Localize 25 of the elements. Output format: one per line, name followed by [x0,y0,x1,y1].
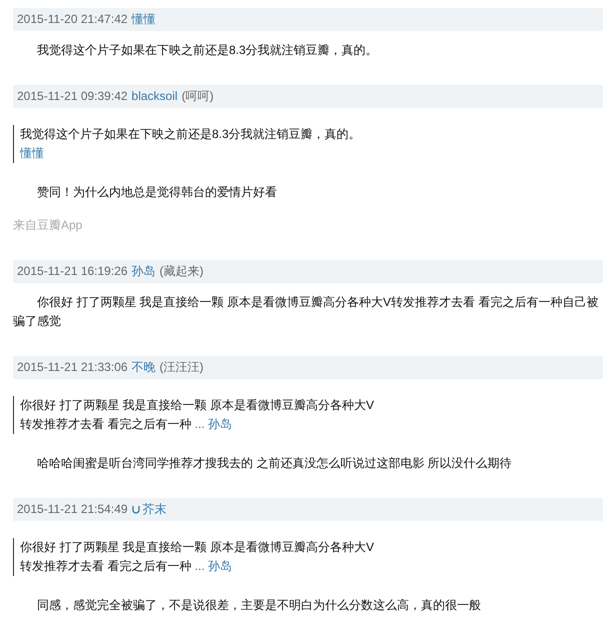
comment-time: 2015-11-21 16:19:26 [17,263,128,280]
comment-note: (汪汪汪) [160,359,204,376]
comment-time: 2015-11-21 21:33:06 [17,359,128,376]
quoted-comment: 我觉得这个片子如果在下映之前还是8.3分我就注销豆瓣，真的。 懂懂 [13,125,385,163]
comment-time: 2015-11-21 09:39:42 [17,88,128,105]
comment-text: 赞同！为什么内地总是觉得韩台的爱情片好看 [36,184,278,201]
quoted-comment: 你很好 打了两颗星 我是直接给一颗 原本是看微博豆瓣高分各种大V转发推荐才去看 看完之后有一种 ... 孙岛 [13,538,385,576]
comment-text: 哈哈哈闺蜜是听台湾同学推荐才搜我去的 之前还真没怎么听说过这部电影 所以没什么期待 [36,455,513,472]
author-link[interactable]: 孙岛 [132,260,156,283]
quote-author-link[interactable]: 懂懂 [20,146,44,160]
quoted-comment: 你很好 打了两颗星 我是直接给一颗 原本是看微博豆瓣高分各种大V转发推荐才去看 看完之后有一种 ... 孙岛 [13,396,385,434]
author-link[interactable]: 懂懂 [132,8,156,31]
author-link[interactable]: 芥末 [132,498,167,521]
quote-author-link[interactable]: ... 孙岛 [194,559,232,573]
quote-author-link[interactable]: ... 孙岛 [194,417,232,431]
author-link[interactable]: blacksoil [132,85,178,108]
comment-source: 来自豆瓣App [13,217,84,234]
comment-text: 你很好 打了两颗星 我是直接给一颗 原本是看微博豆瓣高分各种大V转发推荐才去看 看完之后有一种自己被骗了感觉 [13,294,600,330]
comment-time: 2015-11-20 21:47:42 [17,11,128,28]
comment-text: 同感，感觉完全被骗了，不是说很差，主要是不明白为什么分数这么高，真的很一般 [36,597,482,614]
comment-note: (藏起来) [160,263,204,280]
author-link[interactable]: 不晚 [132,356,156,379]
comment-text: 我觉得这个片子如果在下映之前还是8.3分我就注销豆瓣，真的。 [36,42,379,59]
comment-note: (呵呵) [182,88,214,105]
comment-time: 2015-11-21 21:54:49 [17,501,128,518]
